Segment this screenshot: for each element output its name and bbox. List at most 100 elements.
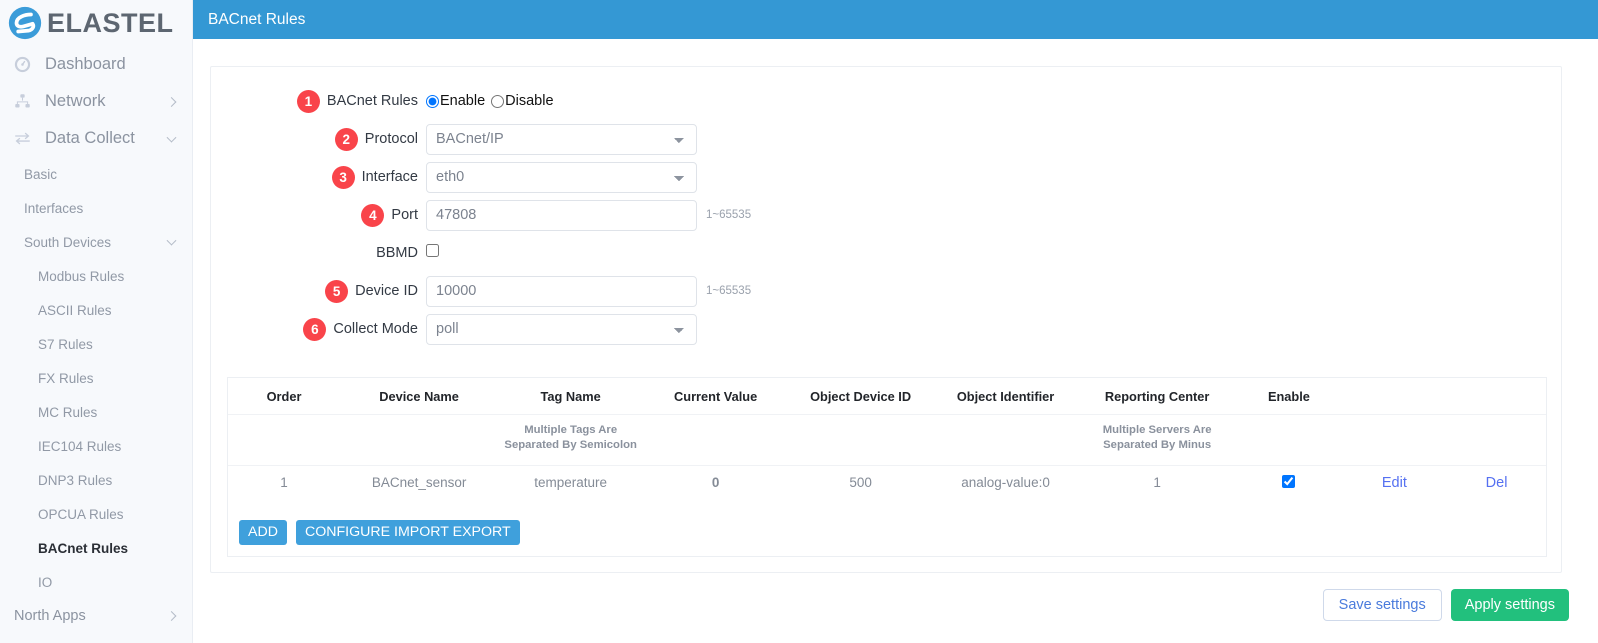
radio-disable[interactable] [491,94,505,108]
sidebar-item-label: OPCUA Rules [38,506,124,522]
brand-name: ELASTEL [47,7,174,38]
sidebar: ELASTEL Dashboard Network Data Collect B… [0,0,193,643]
sidebar-item-dashboard[interactable]: Dashboard [0,46,192,83]
save-settings-button[interactable]: Save settings [1322,589,1442,621]
device-id-range-hint: 1~65535 [706,285,752,297]
sidebar-item-label: IEC104 Rules [38,438,122,454]
field-label-interface: Interface [361,169,418,185]
table-row: 1 BACnet_sensor temperature 0 500 analog… [228,465,1546,500]
main-content: 1 BACnet Rules Enable Disable 2 Protocol [193,39,1598,643]
note-device-name [340,414,499,466]
page-header: BACnet Rules [193,0,1598,39]
radio-disable-label[interactable]: Disable [505,93,553,109]
sidebar-item-label: Network [45,92,106,110]
note-edit [1341,414,1448,466]
sidebar-item-dnp3-rules[interactable]: DNP3 Rules [0,463,192,497]
note-enable [1236,414,1342,466]
cell-device-name: BACnet_sensor [371,475,467,491]
sidebar-item-label: BACnet Rules [38,540,129,556]
footer-actions: Save settings Apply settings [1322,589,1569,621]
col-object-device-id: Object Device ID [788,378,934,415]
sidebar-item-north-apps[interactable]: North Apps [0,599,192,633]
radio-enable-label[interactable]: Enable [440,93,485,109]
sidebar-item-label: Modbus Rules [38,268,125,284]
edit-link[interactable]: Edit [1382,475,1407,491]
sidebar-item-iec104-rules[interactable]: IEC104 Rules [0,429,192,463]
device-id-input[interactable] [426,275,697,307]
table-actions: ADD CONFIGURE IMPORT EXPORT [239,519,520,545]
sidebar-item-label: MC Rules [38,404,98,420]
cell-del: Del [1447,465,1546,500]
sidebar-item-label: North Apps [14,608,86,624]
exchange-icon [14,130,36,147]
sidebar-item-data-collect[interactable]: Data Collect [0,120,192,157]
col-device-name: Device Name [340,378,499,415]
interface-select[interactable]: eth0 [426,161,697,193]
col-reporting-center: Reporting Center [1078,378,1237,415]
sidebar-item-mc-rules[interactable]: MC Rules [0,395,192,429]
step-badge-3: 3 [331,165,355,189]
chevron-down-icon [166,132,177,143]
add-button[interactable]: ADD [239,519,287,545]
cell-tag-name: temperature [534,475,608,491]
form-row-bacnet-rules: 1 BACnet Rules Enable Disable [211,82,1561,120]
sidebar-item-s7-rules[interactable]: S7 Rules [0,327,192,361]
col-order: Order [228,378,341,415]
sidebar-item-label: Dashboard [45,55,126,73]
sidebar-item-label: South Devices [24,234,112,250]
sidebar-item-bacnet-rules[interactable]: BACnet Rules [0,531,192,565]
rules-table-panel: Order Device Name Tag Name Current Value… [227,377,1547,557]
chevron-right-icon [166,611,177,621]
field-label-bbmd: BBMD [376,245,418,261]
radio-enable[interactable] [426,94,439,108]
note-order [228,414,341,466]
col-edit [1341,378,1448,415]
settings-card: 1 BACnet Rules Enable Disable 2 Protocol [210,66,1562,573]
sidebar-item-basic[interactable]: Basic [0,157,192,191]
rules-table: Order Device Name Tag Name Current Value… [228,378,1546,500]
table-header-row: Order Device Name Tag Name Current Value… [228,378,1546,415]
field-label-collect-mode: Collect Mode [333,321,418,337]
gauge-icon [14,56,36,73]
field-label-protocol: Protocol [364,131,418,147]
cell-object-identifier: analog-value:0 [961,475,1050,491]
sitemap-icon [14,93,36,110]
note-object-identifier [933,414,1079,466]
sidebar-item-network[interactable]: Network [0,83,192,120]
field-label-port: Port [391,207,418,223]
step-badge-6: 6 [303,317,327,341]
del-link[interactable]: Del [1486,475,1508,491]
bacnet-rules-radio-group[interactable]: Enable Disable [426,93,560,109]
form-row-protocol: 2 Protocol BACnet/IP [211,120,1561,158]
sidebar-item-opcua-rules[interactable]: OPCUA Rules [0,497,192,531]
apply-settings-button[interactable]: Apply settings [1450,589,1569,621]
configure-import-export-button[interactable]: CONFIGURE IMPORT EXPORT [295,519,520,545]
sidebar-item-modbus-rules[interactable]: Modbus Rules [0,259,192,293]
form-row-device-id: 5 Device ID 1~65535 [211,272,1561,310]
bbmd-checkbox[interactable] [426,244,439,257]
sidebar-item-label: IO [38,574,53,590]
note-tag-name: Multiple Tags Are Separated By Semicolon [498,414,644,466]
protocol-select[interactable]: BACnet/IP [426,123,697,155]
cell-current-value: 0 [711,475,720,491]
form-row-port: 4 Port 1~65535 [211,196,1561,234]
sidebar-item-label: Data Collect [45,129,135,147]
brand[interactable]: ELASTEL [0,0,192,46]
cell-order: 1 [280,475,288,491]
sidebar-item-south-devices[interactable]: South Devices [0,225,192,259]
row-enable-checkbox[interactable] [1282,474,1296,488]
sidebar-item-io[interactable]: IO [0,565,192,599]
step-badge-none [346,242,369,265]
port-input[interactable] [426,199,697,231]
cell-reporting-center: 1 [1153,475,1161,491]
collect-mode-select[interactable]: poll [426,313,697,345]
sidebar-item-interfaces[interactable]: Interfaces [0,191,192,225]
step-badge-4: 4 [361,203,385,227]
step-badge-2: 2 [334,127,358,151]
col-object-identifier: Object Identifier [933,378,1079,415]
table-note-row: Multiple Tags Are Separated By Semicolon… [228,414,1546,466]
sidebar-item-fx-rules[interactable]: FX Rules [0,361,192,395]
sidebar-item-ascii-rules[interactable]: ASCII Rules [0,293,192,327]
col-enable: Enable [1236,378,1342,415]
chevron-right-icon [166,96,177,107]
